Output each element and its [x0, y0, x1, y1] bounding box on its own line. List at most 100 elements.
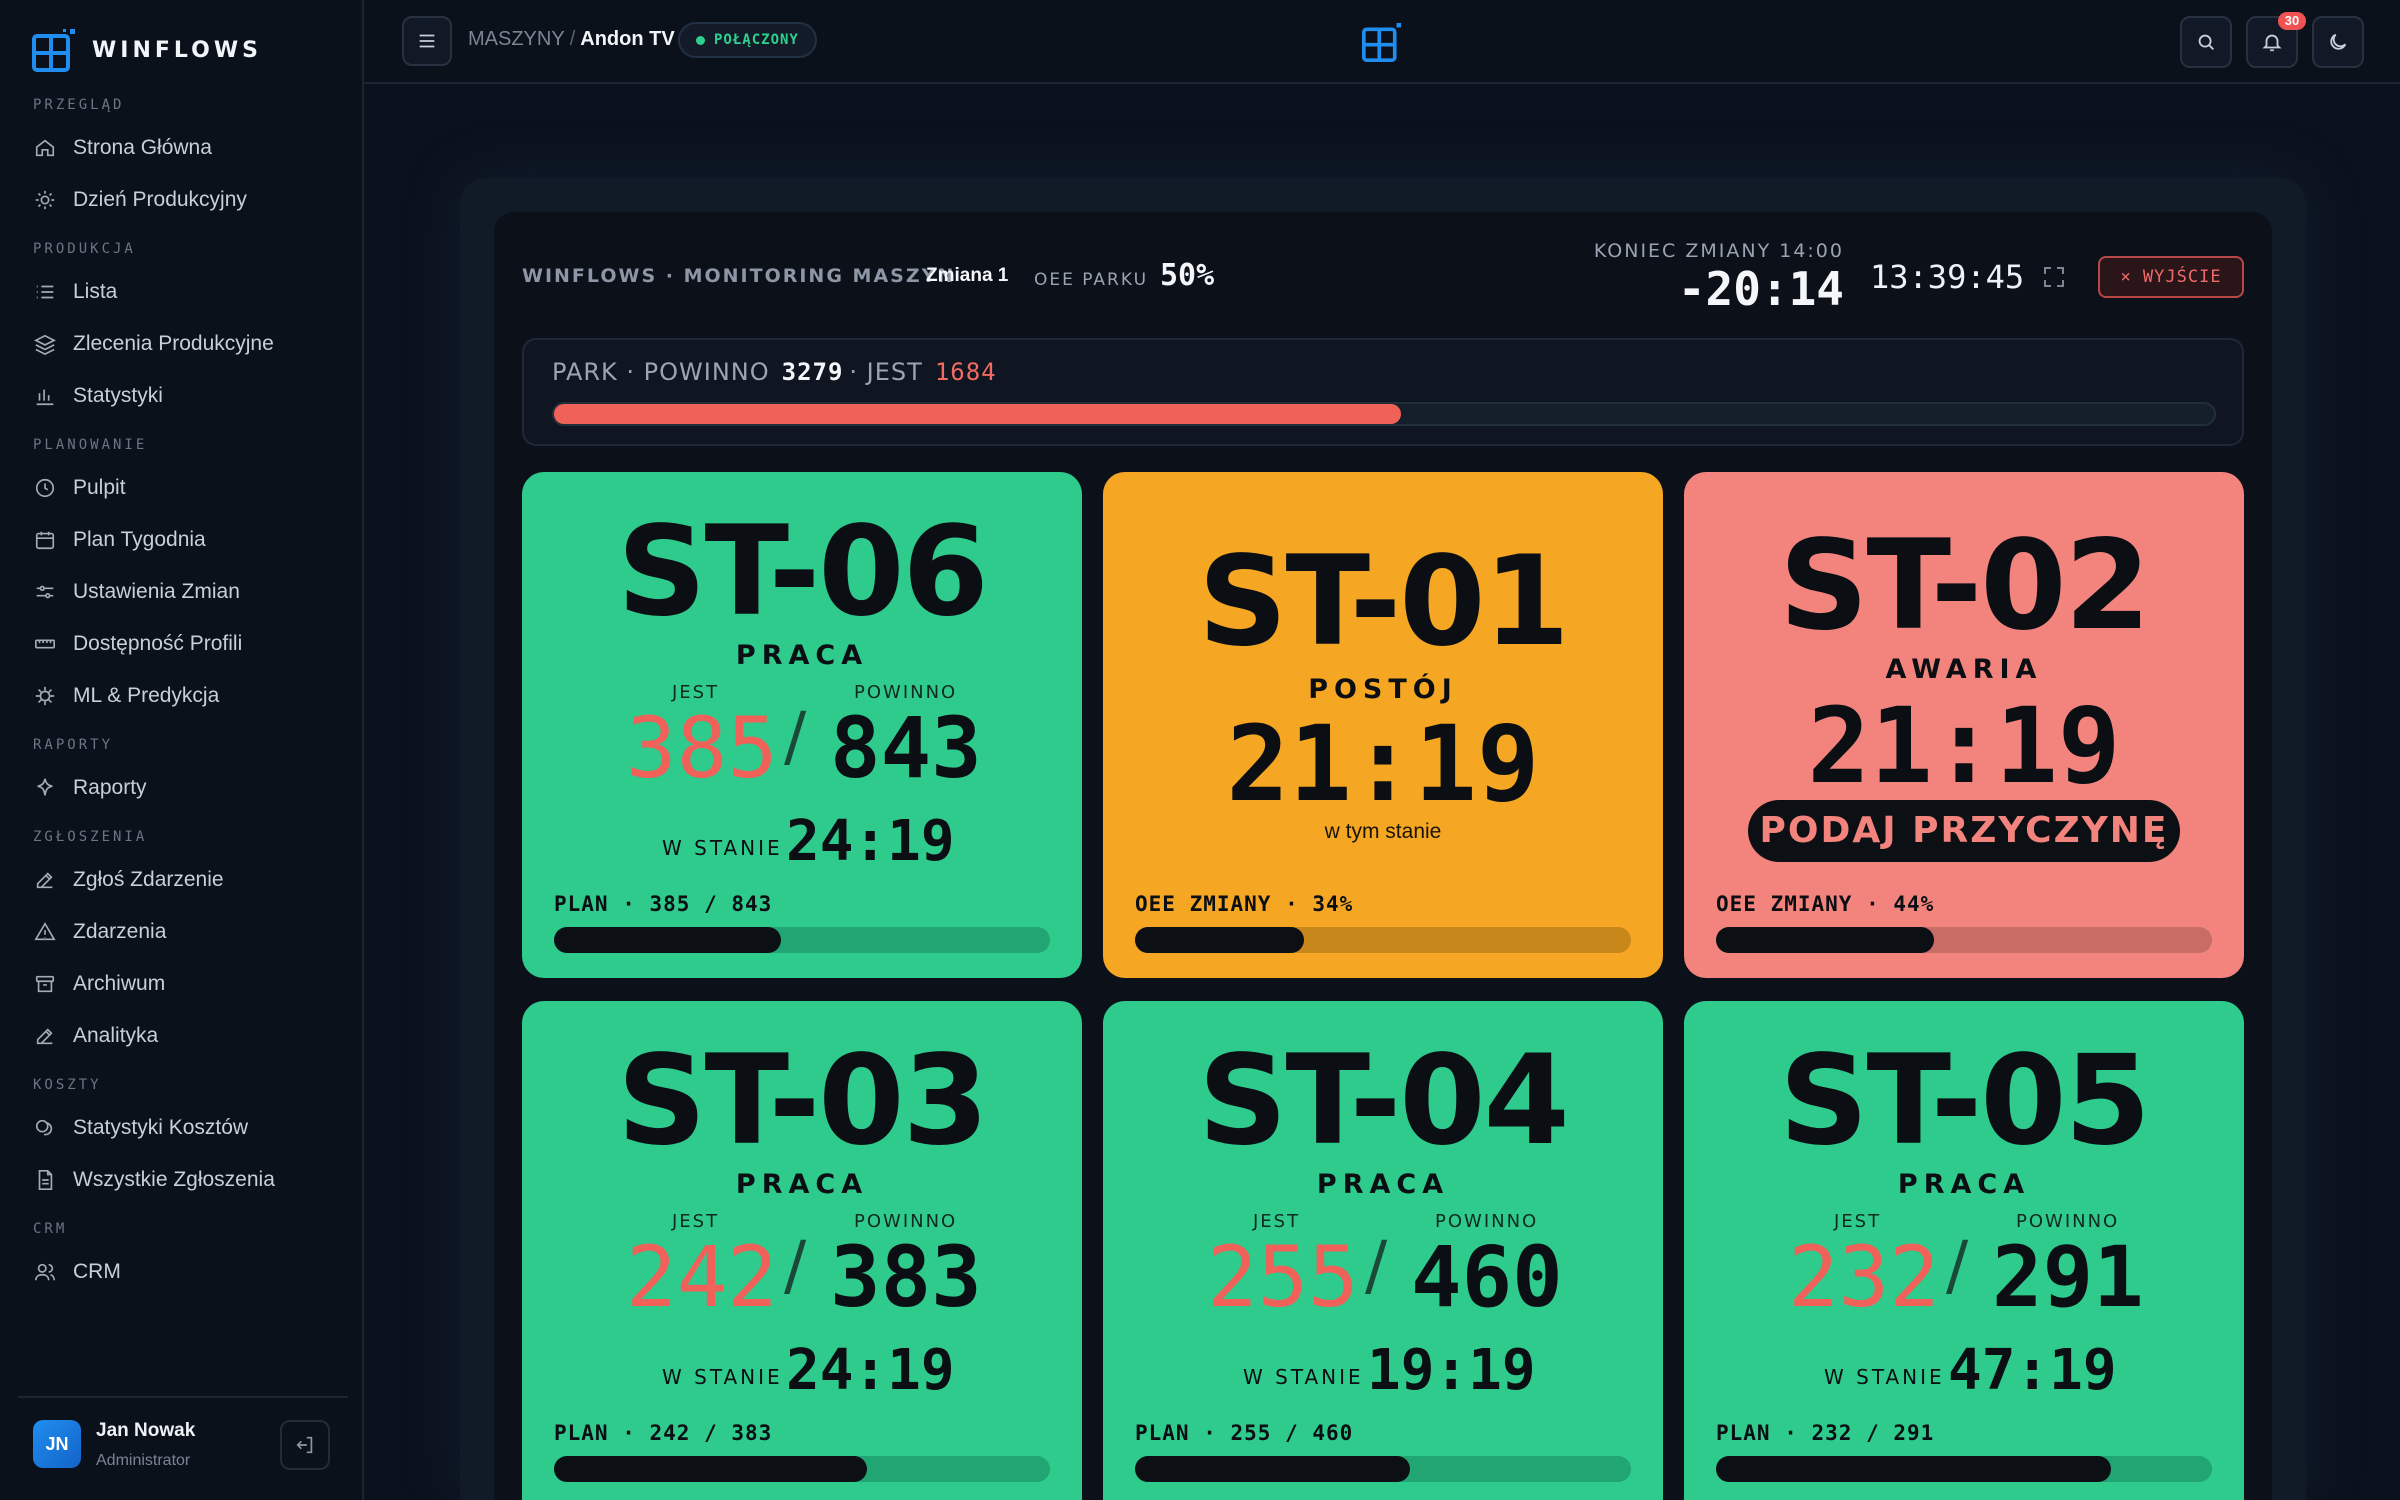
document-icon: [38, 1170, 53, 1190]
sparkle-icon: [37, 778, 53, 796]
machine-status: PRACA: [735, 1169, 869, 1200]
sidebar-item-orders[interactable]: Zlecenia Produkcyjne: [0, 318, 364, 370]
breadcrumb-parent[interactable]: MASZYNY: [468, 28, 565, 50]
sidebar-item-ml-prediction[interactable]: ML & Predykcja: [0, 670, 364, 722]
topbar: MASZYNY / Andon TV POŁĄCZONY 30: [364, 0, 2400, 84]
search-button[interactable]: [2180, 16, 2232, 68]
avatar[interactable]: JN: [33, 1420, 81, 1468]
sidebar-item-label: Strona Główna: [73, 136, 212, 159]
jest-value: 232: [1788, 1228, 1940, 1326]
sidebar-item-label: Statystyki Kosztów: [73, 1116, 249, 1139]
jest-value: 255: [1207, 1228, 1359, 1326]
plan-label: PLAN · 385 / 843: [554, 892, 773, 916]
plan-label: PLAN · 242 / 383: [554, 1421, 773, 1445]
park-actual-label: · JEST: [849, 358, 923, 386]
time-in-state: W STANIE 24:19: [522, 812, 1082, 872]
w-stanie-value: 24:19: [786, 1338, 955, 1403]
sidebar-item-archive[interactable]: Archiwum: [0, 958, 364, 1010]
sidebar-item-week-plan[interactable]: Plan Tygodnia: [0, 514, 364, 566]
count-separator: /: [784, 698, 807, 775]
jest-value: 242: [626, 1228, 778, 1326]
machine-card-st-02[interactable]: ST-02 AWARIA 21:19 PODAJ PRZYCZYNĘ OEE Z…: [1684, 472, 2244, 978]
pencil-icon: [36, 1028, 53, 1045]
state-duration: 21:19: [1807, 685, 2121, 807]
sidebar-item-label: CRM: [73, 1260, 121, 1283]
pencil-icon: [36, 872, 53, 889]
sidebar-item-crm[interactable]: CRM: [0, 1246, 364, 1298]
machine-card-st-03[interactable]: ST-03 PRACA JEST POWINNO 242 / 383 W STA…: [522, 1001, 1082, 1500]
plan-progress-fill: [554, 1456, 868, 1482]
sidebar-item-cost-stats[interactable]: Statystyki Kosztów: [0, 1102, 364, 1154]
park-actual-value: 1684: [934, 358, 997, 386]
machine-name: ST-04: [1198, 1029, 1570, 1173]
sidebar-item-report-event[interactable]: Zgłoś Zdarzenie: [0, 854, 364, 906]
brand[interactable]: WINFLOWS: [32, 28, 262, 72]
w-stanie-label: W STANIE: [1243, 1365, 1364, 1389]
sidebar-item-all-reports[interactable]: Wszystkie Zgłoszenia: [0, 1154, 364, 1206]
exit-button[interactable]: × WYJŚCIE: [2098, 256, 2244, 298]
report-reason-button[interactable]: PODAJ PRZYCZYNĘ: [1748, 800, 2180, 862]
time-in-state: W STANIE 47:19: [1684, 1341, 2244, 1401]
plan-progress-fill: [1716, 1456, 2112, 1482]
count-separator: /: [1946, 1227, 1969, 1304]
theme-toggle-button[interactable]: [2312, 16, 2364, 68]
topbar-logo[interactable]: [1360, 22, 1404, 66]
sidebar-item-analytics[interactable]: Analityka: [0, 1010, 364, 1062]
machine-card-st-01[interactable]: ST-01 POSTÓJ 21:19 w tym stanie OEE ZMIA…: [1103, 472, 1663, 978]
sidebar-item-list[interactable]: Lista: [0, 266, 364, 318]
machine-status: PRACA: [1316, 1169, 1450, 1200]
plan-progress-fill: [1135, 1456, 1410, 1482]
menu-toggle-button[interactable]: [402, 16, 452, 66]
coins-icon: [35, 1119, 53, 1136]
logout-button[interactable]: [280, 1420, 330, 1470]
plan-progress-bar: [554, 927, 1050, 953]
sidebar-item-statistics[interactable]: Statystyki: [0, 370, 364, 422]
machine-status: PRACA: [735, 640, 869, 671]
machine-card-st-05[interactable]: ST-05 PRACA JEST POWINNO 232 / 291 W STA…: [1684, 1001, 2244, 1500]
clock: 13:39:45: [1870, 258, 2025, 296]
home-icon: [35, 139, 55, 157]
oee-progress-bar: [1135, 927, 1631, 953]
oee-label: OEE ZMIANY · 44%: [1716, 892, 1935, 916]
sidebar-item-home[interactable]: Strona Główna: [0, 122, 364, 174]
park-progress-bar: [552, 402, 2216, 426]
ruler-icon: [35, 639, 55, 649]
oee-progress-fill: [1716, 927, 1935, 953]
sidebar-item-label: Archiwum: [73, 972, 166, 995]
powinno-value: 383: [830, 1228, 982, 1326]
sidebar-item-production-day[interactable]: Dzień Produkcyjny: [0, 174, 364, 226]
users-icon: [35, 1263, 55, 1281]
user-role: Administrator: [96, 1452, 191, 1469]
plan-progress-bar: [554, 1456, 1050, 1482]
sidebar-item-events[interactable]: Zdarzenia: [0, 906, 364, 958]
winflows-logo-icon: [32, 29, 75, 72]
fullscreen-button[interactable]: [2042, 265, 2066, 289]
machine-name: ST-02: [1779, 514, 2151, 658]
sidebar-item-reports[interactable]: Raporty: [0, 762, 364, 814]
machine-counts: JEST POWINNO 232 / 291: [1684, 1209, 2244, 1319]
w-stanie-value: 24:19: [786, 809, 955, 874]
section-label: PRZEGLĄD: [33, 97, 125, 113]
breadcrumb: MASZYNY / Andon TV: [468, 28, 675, 51]
sidebar: WINFLOWS PRZEGLĄD Strona Główna Dzień Pr…: [0, 0, 364, 1500]
notification-count-badge: 30: [2278, 12, 2306, 30]
park-should-value: 3279: [781, 358, 844, 386]
machine-card-st-04[interactable]: ST-04 PRACA JEST POWINNO 255 / 460 W STA…: [1103, 1001, 1663, 1500]
powinno-value: 843: [830, 699, 982, 797]
machine-name: ST-03: [617, 1029, 989, 1173]
powinno-value: 291: [1992, 1228, 2144, 1326]
notifications-button[interactable]: 30: [2246, 12, 2306, 68]
park-oee-value: 50%: [1160, 258, 1215, 293]
user-panel: JN Jan Nowak Administrator: [18, 1396, 348, 1500]
sidebar-item-shift-settings[interactable]: Ustawienia Zmian: [0, 566, 364, 618]
fullscreen-icon: [2044, 267, 2064, 287]
sidebar-item-label: Zgłoś Zdarzenie: [73, 868, 224, 891]
sidebar-item-dashboard[interactable]: Pulpit: [0, 462, 364, 514]
w-stanie-value: 19:19: [1367, 1338, 1536, 1403]
machine-card-st-06[interactable]: ST-06 PRACA JEST POWINNO 385 / 843 W STA…: [522, 472, 1082, 978]
layers-icon: [34, 334, 56, 355]
sidebar-item-profile-availability[interactable]: Dostępność Profili: [0, 618, 364, 670]
shift-end-label: KONIEC ZMIANY 14:00: [1593, 240, 1844, 262]
w-stanie-label: W STANIE: [1824, 1365, 1945, 1389]
bell-icon: [2262, 34, 2282, 52]
